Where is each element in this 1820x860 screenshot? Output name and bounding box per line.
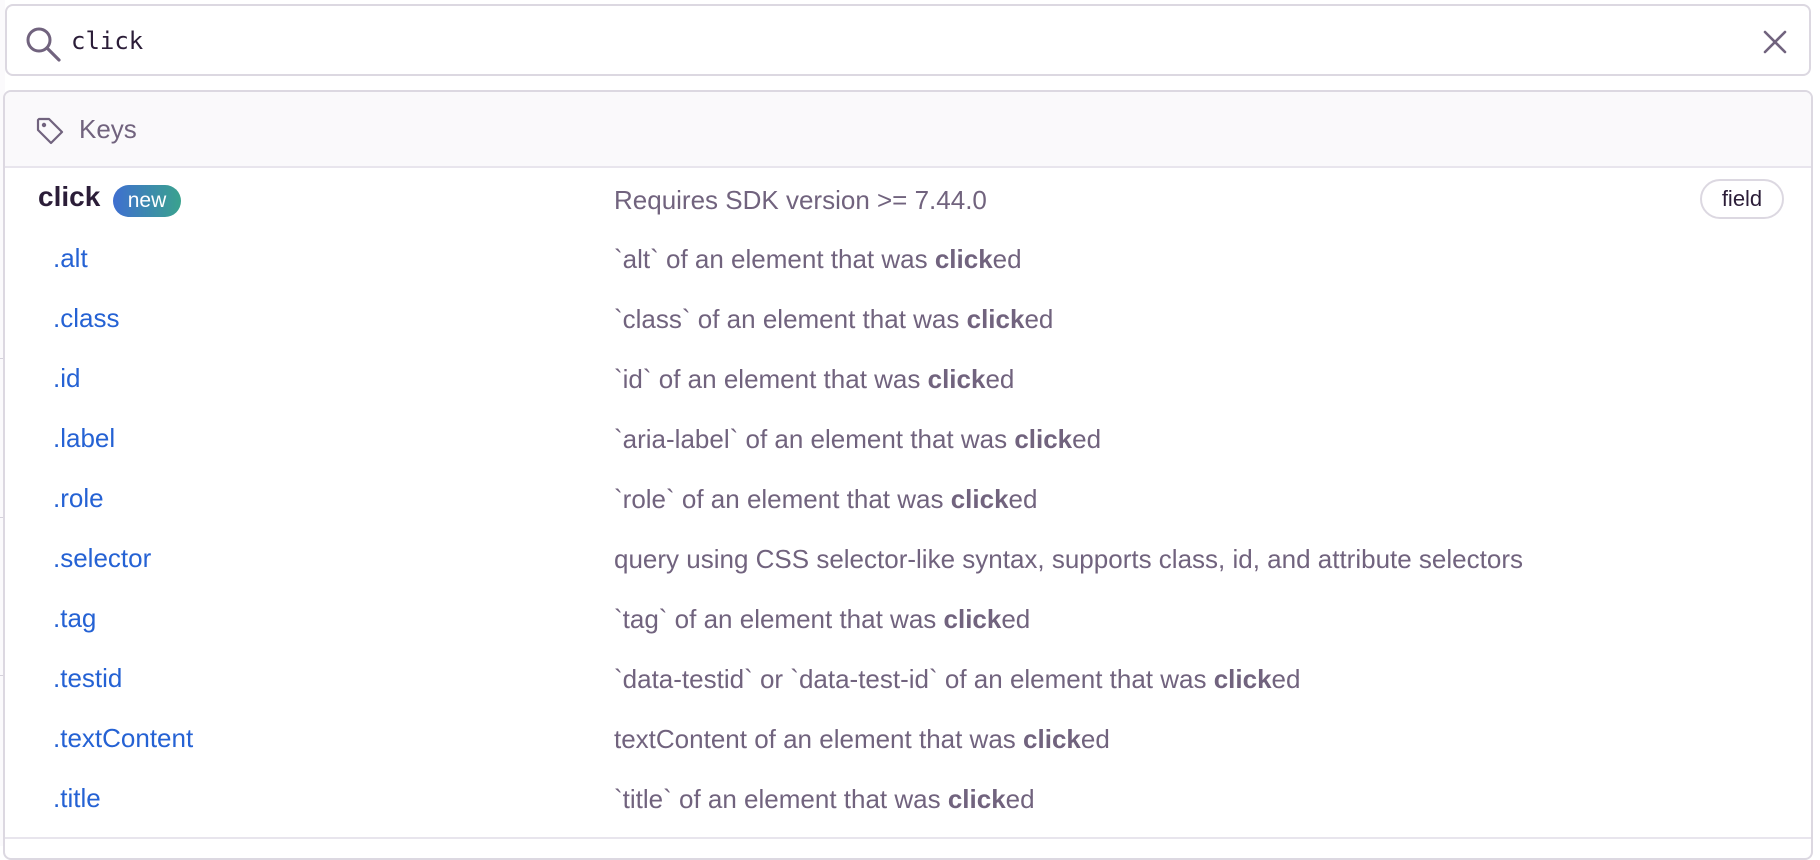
key-description: `id` of an element that was clicked xyxy=(614,364,1015,394)
match-highlight: click xyxy=(966,304,1025,334)
suggestions-dropdown: Keys click new Requires SDK version >= 7… xyxy=(3,90,1813,860)
key-label: .role xyxy=(53,483,104,513)
match-highlight: click xyxy=(934,244,993,274)
parent-key-label: click xyxy=(38,181,101,212)
key-row[interactable]: .role `role` of an element that was clic… xyxy=(5,469,1811,529)
key-row[interactable]: .alt `alt` of an element that was clicke… xyxy=(5,229,1811,289)
match-highlight: click xyxy=(943,604,1002,634)
key-description: textContent of an element that was click… xyxy=(614,724,1110,754)
dropdown-header-label: Keys xyxy=(79,114,137,144)
clear-icon[interactable] xyxy=(1759,26,1791,58)
new-badge: new xyxy=(113,185,181,217)
key-description: `tag` of an element that was clicked xyxy=(614,604,1031,634)
match-highlight: click xyxy=(1023,724,1081,754)
dropdown-header: Keys xyxy=(5,92,1811,168)
key-description: `alt` of an element that was clicked xyxy=(614,244,1022,274)
key-label: .title xyxy=(53,783,101,813)
search-icon xyxy=(26,27,61,62)
key-description: `title` of an element that was clicked xyxy=(614,784,1035,814)
key-label: .alt xyxy=(53,243,88,273)
match-highlight: click xyxy=(1014,424,1073,454)
key-label: .id xyxy=(53,363,81,393)
match-highlight: click xyxy=(1213,664,1272,694)
key-label: .testid xyxy=(53,663,123,693)
key-row[interactable]: .testid `data-testid` or `data-test-id` … xyxy=(5,649,1811,709)
key-row[interactable]: .class `class` of an element that was cl… xyxy=(5,289,1811,349)
search-bar xyxy=(5,4,1811,76)
key-row[interactable]: .title `title` of an element that was cl… xyxy=(5,769,1811,829)
key-description: `role` of an element that was clicked xyxy=(614,484,1038,514)
key-row-click[interactable]: click new Requires SDK version >= 7.44.0… xyxy=(5,168,1811,228)
key-row[interactable]: .label `aria-label` of an element that w… xyxy=(5,409,1811,469)
key-description: query using CSS selector-like syntax, su… xyxy=(614,544,1523,574)
field-kind-badge: field xyxy=(1700,179,1784,219)
parent-key-description: Requires SDK version >= 7.44.0 xyxy=(614,185,987,215)
key-label: .textContent xyxy=(53,723,194,753)
match-highlight: click xyxy=(950,484,1009,514)
match-highlight: click xyxy=(927,364,986,394)
key-label: .class xyxy=(53,303,120,333)
key-label: .label xyxy=(53,423,116,453)
key-description: `data-testid` or `data-test-id` of an el… xyxy=(614,664,1301,694)
key-description: `aria-label` of an element that was clic… xyxy=(614,424,1102,454)
search-input[interactable] xyxy=(71,22,1711,60)
tag-icon xyxy=(36,117,64,145)
key-row[interactable]: .selector query using CSS selector-like … xyxy=(5,529,1811,589)
key-row[interactable]: .tag `tag` of an element that was clicke… xyxy=(5,589,1811,649)
match-highlight: click xyxy=(947,784,1006,814)
key-label: .tag xyxy=(53,603,97,633)
key-description: `class` of an element that was clicked xyxy=(614,304,1054,334)
key-row[interactable]: .id `id` of an element that was clicked xyxy=(5,349,1811,409)
dropdown-bottom-divider xyxy=(5,837,1811,839)
key-label: .selector xyxy=(53,543,152,573)
key-row[interactable]: .textContent textContent of an element t… xyxy=(5,709,1811,769)
